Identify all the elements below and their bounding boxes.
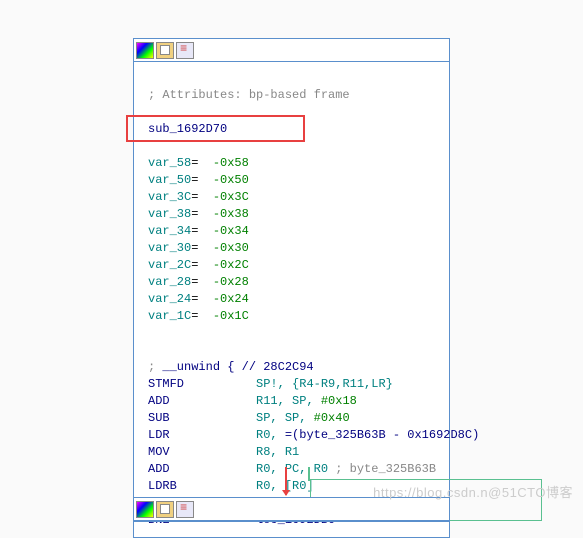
color-picker-icon[interactable] <box>136 42 154 59</box>
watermark: https://blog.csdn.n@51CTO博客 <box>373 482 573 501</box>
node-titlebar <box>134 39 449 62</box>
list-icon[interactable] <box>176 501 194 518</box>
disasm-node: ; Attributes: bp-based frame sub_1692D70… <box>133 38 450 538</box>
list-icon[interactable] <box>176 42 194 59</box>
edit-icon[interactable] <box>156 501 174 518</box>
disasm-content: ; Attributes: bp-based frame sub_1692D70… <box>134 62 449 537</box>
color-picker-icon[interactable] <box>136 501 154 518</box>
node-titlebar-2 <box>134 498 449 521</box>
edit-icon[interactable] <box>156 42 174 59</box>
flow-arrow-red <box>285 467 287 495</box>
